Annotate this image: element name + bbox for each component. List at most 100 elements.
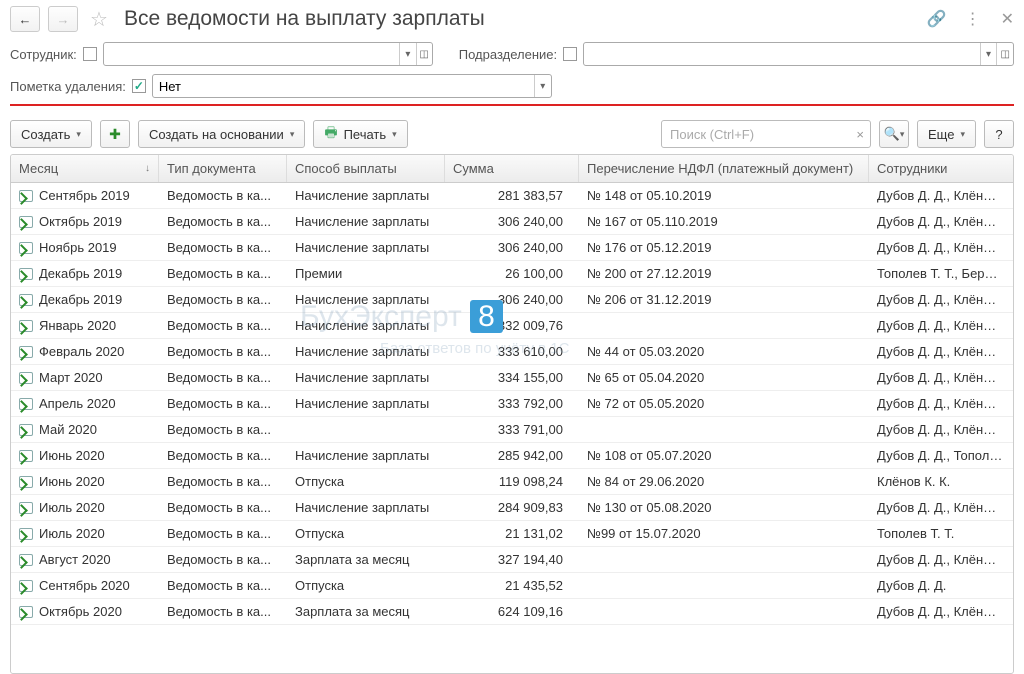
nav-back-button[interactable]: ←	[10, 6, 40, 32]
employee-filter-input[interactable]	[104, 47, 400, 62]
delmark-combo-dropdown-icon[interactable]: ▾	[534, 75, 551, 97]
table-row[interactable]: Октябрь 2020Ведомость в ка...Зарплата за…	[11, 599, 1013, 625]
table-row[interactable]: Январь 2020Ведомость в ка...Начисление з…	[11, 313, 1013, 339]
table-row[interactable]: Июнь 2020Ведомость в ка...Отпуска119 098…	[11, 469, 1013, 495]
cell-employees: Дубов Д. Д., Клёнов К.	[869, 235, 1011, 260]
cell-month: Ноябрь 2019	[11, 235, 159, 260]
delmark-filter-combo[interactable]: ▾	[152, 74, 552, 98]
cell-method: Начисление зарплаты	[287, 209, 445, 234]
document-icon	[19, 294, 33, 306]
search-clear-icon[interactable]: ×	[850, 127, 870, 142]
cell-month: Июнь 2020	[11, 443, 159, 468]
cell-sum: 306 240,00	[445, 287, 579, 312]
table-row[interactable]: Сентябрь 2020Ведомость в ка...Отпуска21 …	[11, 573, 1013, 599]
dept-filter-input[interactable]	[584, 47, 980, 62]
document-icon	[19, 554, 33, 566]
cell-sum: 285 942,00	[445, 443, 579, 468]
create-based-button[interactable]: Создать на основании ▾	[138, 120, 305, 148]
search-box[interactable]: ×	[661, 120, 871, 148]
nav-forward-button[interactable]: →	[48, 6, 78, 32]
cell-method: Начисление зарплаты	[287, 313, 445, 338]
cell-month: Февраль 2020	[11, 339, 159, 364]
cell-ndfl: № 72 от 05.05.2020	[579, 391, 869, 416]
table-row[interactable]: Май 2020Ведомость в ка...333 791,00Дубов…	[11, 417, 1013, 443]
cell-employees: Дубов Д. Д., Клёнов К.	[869, 183, 1011, 208]
create-button[interactable]: Создать ▾	[10, 120, 92, 148]
table-row[interactable]: Ноябрь 2019Ведомость в ка...Начисление з…	[11, 235, 1013, 261]
link-icon[interactable]: 🔗	[927, 9, 947, 29]
cell-ndfl: № 108 от 05.07.2020	[579, 443, 869, 468]
cell-employees: Дубов Д. Д., Клёнов К.	[869, 391, 1011, 416]
employee-filter-combo[interactable]: ▾ ◫	[103, 42, 433, 66]
delmark-filter-label: Пометка удаления:	[10, 79, 126, 94]
new-document-icon: ✚	[109, 126, 121, 143]
dept-filter-combo[interactable]: ▾ ◫	[583, 42, 1014, 66]
cell-sum: 334 155,00	[445, 365, 579, 390]
document-icon	[19, 424, 33, 436]
kebab-menu-icon[interactable]: ⋮	[965, 9, 981, 29]
col-header-month[interactable]: Месяц↓	[11, 155, 159, 182]
cell-type: Ведомость в ка...	[159, 183, 287, 208]
col-header-employees[interactable]: Сотрудники	[869, 155, 1011, 182]
employee-filter-label: Сотрудник:	[10, 47, 77, 62]
col-header-sum[interactable]: Сумма	[445, 155, 579, 182]
table-row[interactable]: Февраль 2020Ведомость в ка...Начисление …	[11, 339, 1013, 365]
cell-ndfl: № 176 от 05.12.2019	[579, 235, 869, 260]
col-header-ndfl[interactable]: Перечисление НДФЛ (платежный документ)	[579, 155, 869, 182]
help-button[interactable]: ?	[984, 120, 1014, 148]
document-icon	[19, 346, 33, 358]
cell-type: Ведомость в ка...	[159, 365, 287, 390]
table-row[interactable]: Июль 2020Ведомость в ка...Начисление зар…	[11, 495, 1013, 521]
payroll-grid: Месяц↓ Тип документа Способ выплаты Сумм…	[10, 154, 1014, 674]
cell-employees: Тополев Т. Т.	[869, 521, 1011, 546]
find-button[interactable]: 🔍▾	[879, 120, 909, 148]
cell-type: Ведомость в ка...	[159, 599, 287, 624]
create-button-label: Создать	[21, 127, 70, 142]
table-row[interactable]: Сентябрь 2019Ведомость в ка...Начисление…	[11, 183, 1013, 209]
print-button[interactable]: 🖶 Печать ▾	[313, 120, 407, 148]
help-label: ?	[995, 127, 1002, 142]
cell-employees: Дубов Д. Д.	[869, 573, 1011, 598]
document-icon	[19, 320, 33, 332]
delmark-filter-checkbox[interactable]	[132, 79, 146, 93]
table-row[interactable]: Август 2020Ведомость в ка...Зарплата за …	[11, 547, 1013, 573]
cell-ndfl: № 65 от 05.04.2020	[579, 365, 869, 390]
delmark-filter-input[interactable]	[153, 79, 534, 94]
document-icon	[19, 398, 33, 410]
table-row[interactable]: Март 2020Ведомость в ка...Начисление зар…	[11, 365, 1013, 391]
cell-method: Начисление зарплаты	[287, 183, 445, 208]
cell-method: Начисление зарплаты	[287, 443, 445, 468]
employee-combo-open-icon[interactable]: ◫	[416, 43, 432, 65]
table-row[interactable]: Апрель 2020Ведомость в ка...Начисление з…	[11, 391, 1013, 417]
cell-sum: 306 240,00	[445, 235, 579, 260]
table-row[interactable]: Июль 2020Ведомость в ка...Отпуска21 131,…	[11, 521, 1013, 547]
cell-type: Ведомость в ка...	[159, 547, 287, 572]
employee-combo-dropdown-icon[interactable]: ▾	[399, 43, 415, 65]
document-icon	[19, 268, 33, 280]
table-row[interactable]: Июнь 2020Ведомость в ка...Начисление зар…	[11, 443, 1013, 469]
more-button[interactable]: Еще ▾	[917, 120, 976, 148]
search-input[interactable]	[662, 127, 850, 142]
cell-sum: 21 435,52	[445, 573, 579, 598]
col-header-type[interactable]: Тип документа	[159, 155, 287, 182]
chevron-down-icon: ▾	[392, 129, 397, 140]
more-button-label: Еще	[928, 127, 954, 142]
col-header-method[interactable]: Способ выплаты	[287, 155, 445, 182]
cell-month: Август 2020	[11, 547, 159, 572]
dept-filter-checkbox[interactable]	[563, 47, 577, 61]
cell-month: Октябрь 2019	[11, 209, 159, 234]
dept-combo-dropdown-icon[interactable]: ▾	[980, 43, 997, 65]
cell-sum: 333 610,00	[445, 339, 579, 364]
cell-sum: 284 909,83	[445, 495, 579, 520]
employee-filter-checkbox[interactable]	[83, 47, 97, 61]
cell-ndfl	[579, 417, 869, 442]
table-row[interactable]: Октябрь 2019Ведомость в ка...Начисление …	[11, 209, 1013, 235]
table-row[interactable]: Декабрь 2019Ведомость в ка...Начисление …	[11, 287, 1013, 313]
create-document-button[interactable]: ✚	[100, 120, 130, 148]
table-row[interactable]: Декабрь 2019Ведомость в ка...Премии26 10…	[11, 261, 1013, 287]
cell-employees: Тополев Т. Т., Берёзкин	[869, 261, 1011, 286]
cell-employees: Дубов Д. Д., Тополев Т.	[869, 443, 1011, 468]
favorite-star-icon[interactable]: ☆	[90, 7, 108, 32]
dept-combo-open-icon[interactable]: ◫	[996, 43, 1013, 65]
close-icon[interactable]: ✕	[1001, 9, 1014, 29]
